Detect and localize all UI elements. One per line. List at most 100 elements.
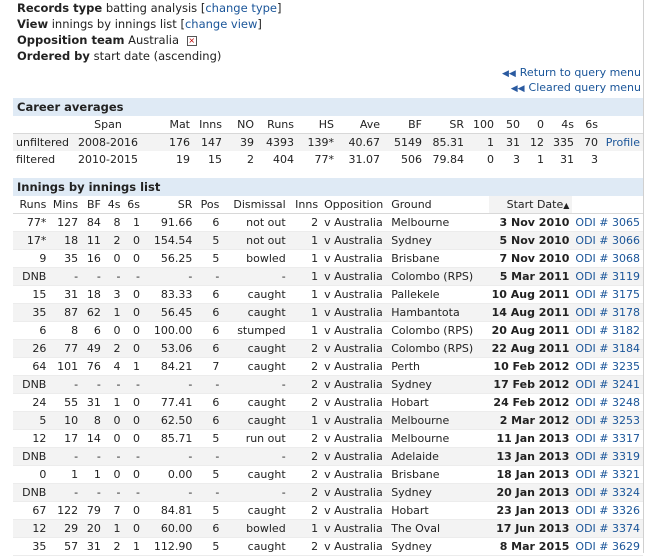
innings-cell: - <box>116 270 121 283</box>
innings-cell: v Australia <box>324 378 383 391</box>
innings-cell: 6 <box>212 216 220 229</box>
innings-col-header[interactable]: BF <box>81 196 104 214</box>
innings-col-header[interactable]: Inns <box>288 196 322 214</box>
career-col-header: Inns <box>193 116 225 134</box>
innings-cell: - <box>74 486 79 499</box>
innings-cell: 6 <box>212 522 220 535</box>
innings-col-header[interactable]: 6s <box>123 196 144 214</box>
match-link[interactable]: ODI # 3175 <box>572 286 643 304</box>
start-date-cell: 18 Jan 2013 <box>496 468 570 481</box>
innings-col-header[interactable]: Runs <box>13 196 50 214</box>
innings-cell: 0 <box>113 252 121 265</box>
start-date-cell: 13 Jan 2013 <box>496 450 570 463</box>
innings-col-header[interactable]: SR <box>143 196 196 214</box>
innings-cell: - <box>116 486 121 499</box>
innings-cell: 4 <box>113 360 121 373</box>
career-cell: 4393 <box>266 136 294 149</box>
innings-cell: 101 <box>57 360 79 373</box>
match-link[interactable]: ODI # 3326 <box>572 502 643 520</box>
innings-cell: 85.71 <box>160 432 193 445</box>
innings-cell: 6 <box>212 342 220 355</box>
career-cell: 3 <box>591 153 598 166</box>
innings-col-header[interactable] <box>572 196 643 214</box>
career-cell: 335 <box>553 136 574 149</box>
match-link[interactable]: ODI # 3182 <box>572 322 643 340</box>
innings-cell: - <box>136 378 141 391</box>
profile-link[interactable]: Profile <box>601 134 643 152</box>
innings-cell: 0 <box>133 234 141 247</box>
innings-cell: 18 <box>64 234 79 247</box>
match-link[interactable]: ODI # 3184 <box>572 340 643 358</box>
innings-cell: 122 <box>57 504 79 517</box>
innings-row: 17* 18 11 2 0 154.54 5 not out 1 v Australia Sydne… <box>13 231 643 250</box>
innings-cell: DNB <box>22 450 47 463</box>
match-link[interactable]: ODI # 3178 <box>572 304 643 322</box>
cleared-query-menu-link[interactable]: Cleared query menu <box>529 81 641 94</box>
innings-cell: 87 <box>64 306 79 319</box>
innings-cell: 1 <box>311 252 319 265</box>
innings-col-header[interactable]: 4s <box>103 196 124 214</box>
innings-cell: v Australia <box>324 486 383 499</box>
innings-cell: 79 <box>86 504 101 517</box>
innings-col-header[interactable]: Mins <box>49 196 82 214</box>
innings-cell: 2 <box>113 342 121 355</box>
innings-cell: 1 <box>113 306 121 319</box>
career-col-header <box>13 116 73 134</box>
career-averages-section: Career averages Span Mat Inns NO Runs HS Ave BF… <box>13 98 643 168</box>
innings-cell: Brisbane <box>391 468 440 481</box>
innings-cell: v Australia <box>324 522 383 535</box>
match-link[interactable]: ODI # 3241 <box>572 376 643 394</box>
start-date-cell: 10 Aug 2011 <box>491 288 570 301</box>
match-link[interactable]: ODI # 3324 <box>572 484 643 502</box>
match-link[interactable]: ODI # 3065 <box>572 214 643 232</box>
innings-list-section: Innings by innings list Runs Mins BF 4s 6s SR… <box>13 178 643 556</box>
innings-cell: 0 <box>133 432 141 445</box>
innings-cell: 0 <box>133 414 141 427</box>
match-link[interactable]: ODI # 3248 <box>572 394 643 412</box>
innings-row: 0 1 1 0 0 0.00 5 caught 2 v Australia Brisbane 18 J… <box>13 466 643 484</box>
match-link[interactable]: ODI # 3253 <box>572 412 643 430</box>
return-to-query-menu-link[interactable]: Return to query menu <box>520 66 641 79</box>
innings-cell: - <box>215 486 220 499</box>
innings-col-header[interactable]: Start Date▲ <box>488 196 573 214</box>
innings-row: 12 17 14 0 0 85.71 5 run out 2 v Australia Melbour… <box>13 430 643 448</box>
ordered-line: Ordered by start date (ascending) <box>17 48 282 64</box>
innings-cell: 6 <box>212 288 220 301</box>
innings-cell: - <box>188 450 193 463</box>
start-date-cell: 3 Nov 2010 <box>499 216 570 229</box>
innings-cell: 0 <box>113 468 121 481</box>
innings-cell: v Australia <box>324 288 383 301</box>
innings-cell: 91.66 <box>160 216 193 229</box>
double-left-arrow-icon: ◀◀ <box>501 69 516 79</box>
remove-filter-icon[interactable]: × <box>186 35 197 46</box>
match-link[interactable]: ODI # 3068 <box>572 250 643 268</box>
innings-cell: 0.00 <box>167 468 193 481</box>
innings-cell: 14 <box>86 432 101 445</box>
match-link[interactable]: ODI # 3119 <box>572 268 643 286</box>
career-averages-heading: Career averages <box>13 98 643 116</box>
innings-col-header[interactable]: Pos <box>195 196 223 214</box>
innings-cell: caught <box>247 396 286 409</box>
innings-cell: 55 <box>64 396 79 409</box>
match-link[interactable]: ODI # 3321 <box>572 466 643 484</box>
start-date-cell: 11 Jan 2013 <box>496 432 570 445</box>
innings-col-header[interactable]: Opposition <box>321 196 389 214</box>
innings-col-header[interactable]: Ground <box>388 196 489 214</box>
innings-cell: 5 <box>212 432 220 445</box>
change-view-link[interactable]: change view <box>185 17 257 31</box>
career-col-header: Ave <box>337 116 383 134</box>
match-link[interactable]: ODI # 3374 <box>572 520 643 538</box>
innings-cell: v Australia <box>324 450 383 463</box>
innings-col-header[interactable]: Dismissal <box>222 196 289 214</box>
match-link[interactable]: ODI # 3235 <box>572 358 643 376</box>
career-header-row: Span Mat Inns NO Runs HS Ave BF SR 100 50 0 4s 6s <box>13 116 643 134</box>
match-link[interactable]: ODI # 3319 <box>572 448 643 466</box>
start-date-cell: 24 Feb 2012 <box>493 396 570 409</box>
career-cell: 1 <box>537 153 544 166</box>
career-cell: 40.67 <box>348 136 381 149</box>
change-type-link[interactable]: change type <box>205 1 277 15</box>
match-link[interactable]: ODI # 3317 <box>572 430 643 448</box>
innings-cell: caught <box>247 504 286 517</box>
records-type-label: Records type <box>17 1 103 15</box>
match-link[interactable]: ODI # 3066 <box>572 232 643 250</box>
